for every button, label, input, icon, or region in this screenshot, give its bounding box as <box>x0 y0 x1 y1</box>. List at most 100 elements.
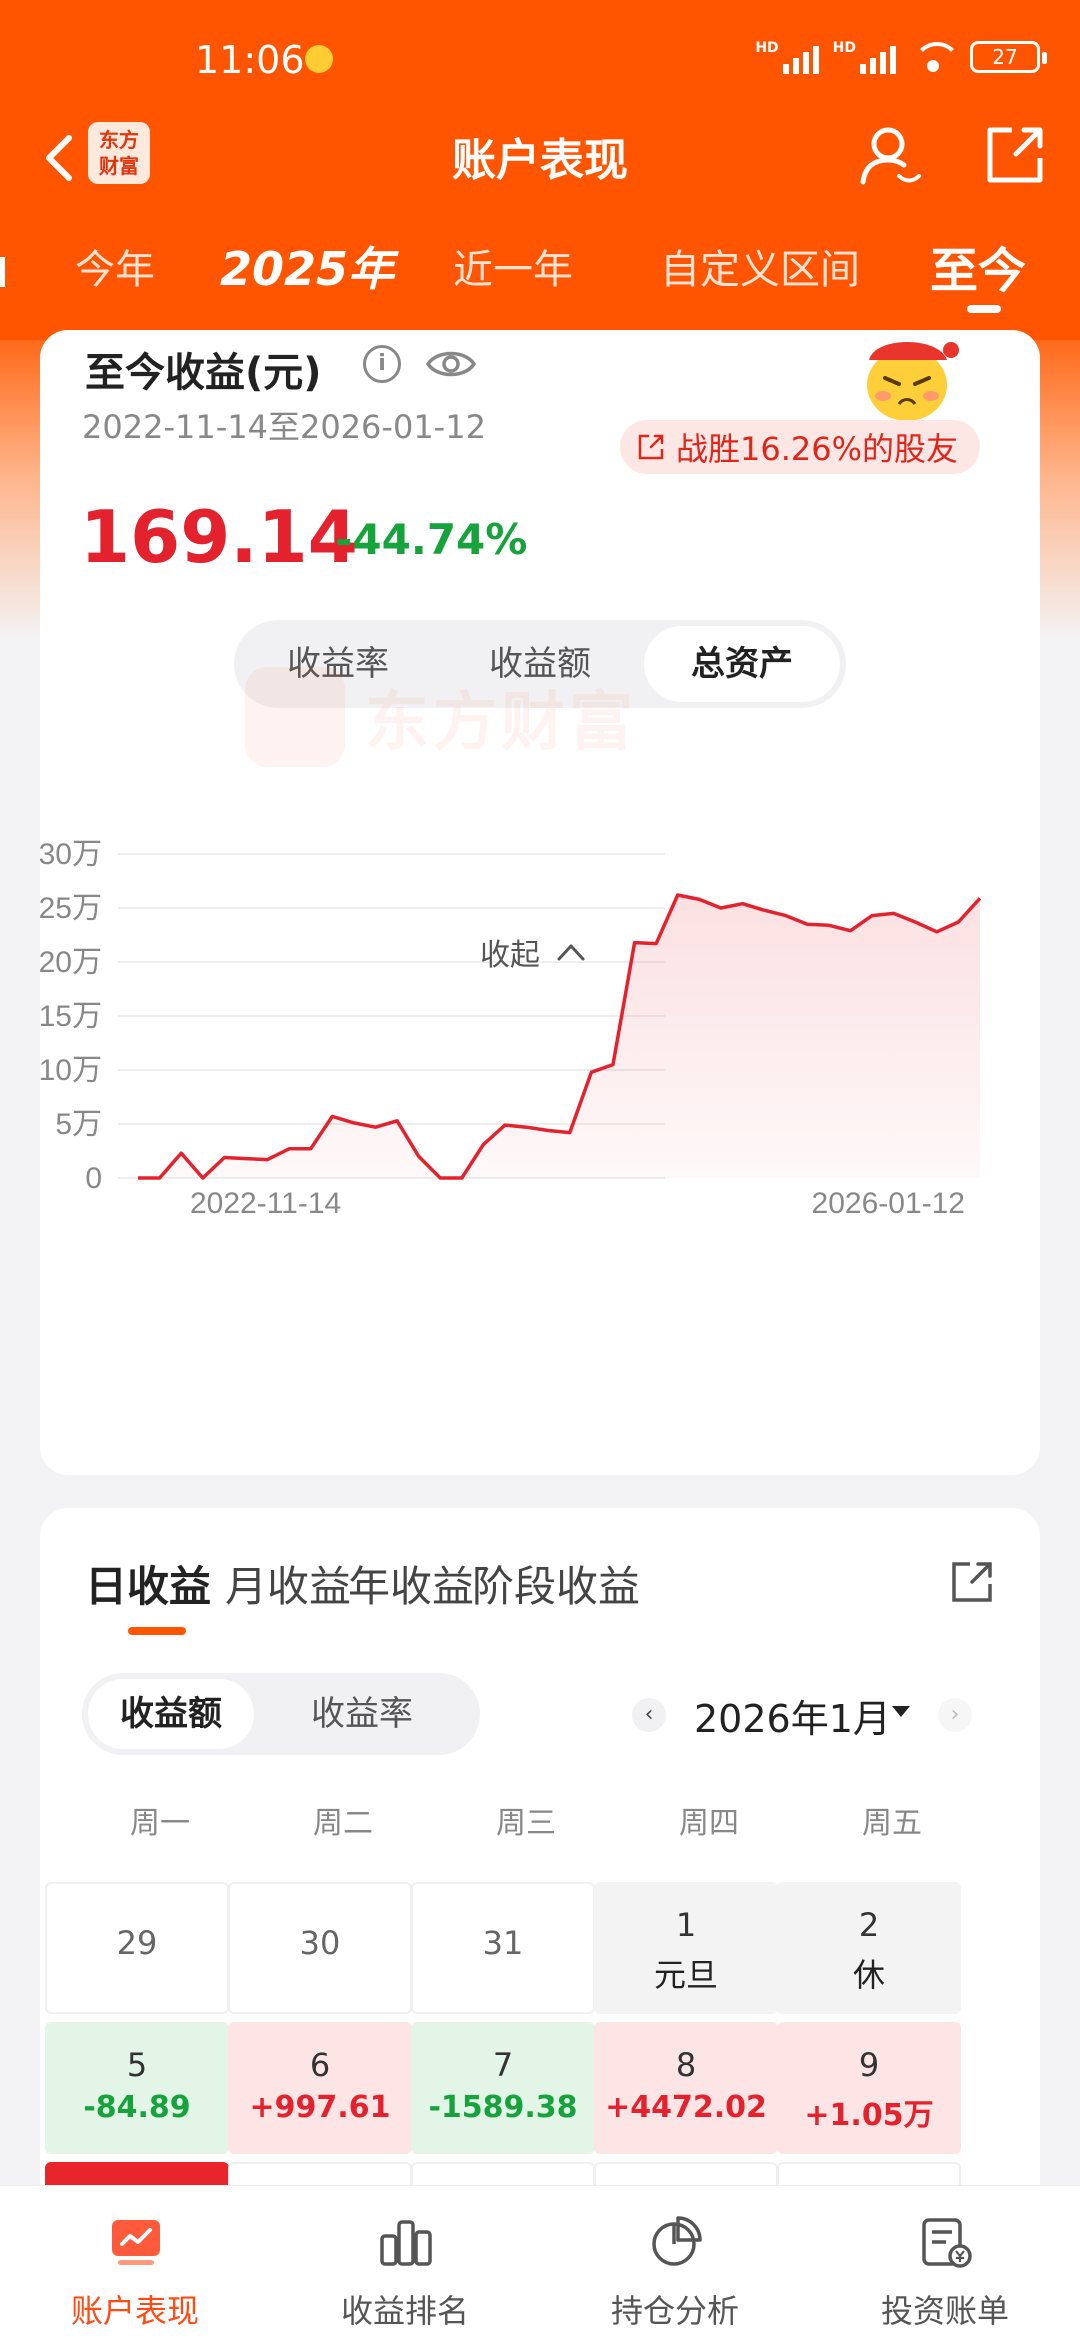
bottom-nav: 账户表现 收益排名 持仓分析 投资账单 <box>0 2185 1080 2340</box>
signal-2-icon: HD <box>833 40 896 74</box>
calendar-day-number: 30 <box>299 1924 341 1962</box>
tab-this-year[interactable]: 今年 <box>75 237 155 295</box>
collapse-button[interactable]: 收起 <box>480 930 586 974</box>
tab-indicator <box>967 305 1001 313</box>
tab-since-inception[interactable]: 至今 <box>930 231 1026 301</box>
prev-month-button[interactable]: ‹ <box>632 1698 666 1732</box>
calendar-day-value: +1.05万 <box>804 2098 934 2133</box>
battery-icon: 27 <box>970 41 1047 73</box>
tab-period-returns[interactable]: 阶段收益 <box>472 1553 640 1614</box>
status-time: 11:06 <box>195 38 305 82</box>
y-tick-label: 10万 <box>40 1054 102 1087</box>
calendar-day-number: 31 <box>482 1924 524 1962</box>
calendar-day-number: 2 <box>858 1906 880 1944</box>
tab-custom-range[interactable]: 自定义区间 <box>660 237 860 295</box>
y-tick-label: 30万 <box>40 838 102 871</box>
returns-tab-rate[interactable]: 收益率 <box>272 1679 452 1749</box>
date-range: 2022-11-14至2026-01-12 <box>82 408 486 446</box>
calendar-day-number: 6 <box>309 2046 331 2084</box>
nav-bar: 东方 财富 账户表现 <box>0 110 1080 210</box>
calendar-day-cell[interactable]: 7 -1589.38 <box>411 2022 595 2154</box>
nav-label-returns-ranking: 收益排名 <box>340 2292 469 2330</box>
weekday-tue: 周二 <box>313 1806 373 1841</box>
returns-tab-amount[interactable]: 收益额 <box>88 1679 254 1749</box>
nav-label-account-performance: 账户表现 <box>70 2292 199 2330</box>
card-title: 至今收益(元) <box>85 350 322 396</box>
weekday-fri: 周五 <box>862 1806 922 1841</box>
beat-text: 战胜16.26%的股友 <box>676 430 959 468</box>
share-icon[interactable] <box>980 120 1050 190</box>
returns-metric-segment: 收益额 收益率 <box>82 1673 480 1755</box>
tab-monthly-returns[interactable]: 月收益 <box>225 1553 351 1614</box>
beat-badge[interactable]: 战胜16.26%的股友 <box>620 420 981 474</box>
nav-investment-bill[interactable]: 投资账单 <box>810 2186 1080 2340</box>
header: 11:06 HD HD 27 东方 财富 账户表现 今年 2025年 近一年 自… <box>0 0 1080 340</box>
tab-yearly-returns[interactable]: 年收益 <box>348 1553 474 1614</box>
tab-daily-returns[interactable]: 日收益 <box>85 1553 211 1614</box>
status-indicators: HD HD 27 <box>755 40 1047 74</box>
y-tick-label: 15万 <box>40 1000 102 1033</box>
calendar-day-value: +997.61 <box>249 2090 391 2125</box>
y-tick-label: 20万 <box>40 946 102 979</box>
nav-account-performance[interactable]: 账户表现 <box>0 2186 270 2340</box>
total-assets-chart[interactable]: 30万 25万 20万 15万 10万 5万 0 2022-11-14 2026-01-12 <box>40 750 1040 1230</box>
export-icon[interactable] <box>948 1558 996 1606</box>
calendar-day-cell[interactable]: 2休 <box>777 1882 961 2014</box>
calendar-day-cell[interactable]: 9 +1.05万 <box>777 2022 961 2154</box>
collapse-label: 收起 <box>480 938 540 973</box>
total-return-rate: -44.74% <box>335 515 528 564</box>
month-dropdown-icon[interactable] <box>892 1706 910 1717</box>
tab-scroll-edge <box>0 257 5 287</box>
eye-icon[interactable] <box>425 342 477 386</box>
signal-icon: HD <box>755 40 819 74</box>
month-label[interactable]: 2026年1月 <box>694 1688 891 1743</box>
calendar-day-number: 29 <box>116 1924 158 1962</box>
nav-label-holdings-analysis: 持仓分析 <box>610 2292 739 2330</box>
info-icon[interactable]: i <box>363 345 401 383</box>
calendar-day-value: +4472.02 <box>605 2090 767 2125</box>
calendar-day-value: -84.89 <box>83 2090 191 2125</box>
calendar-day-cell[interactable]: 31 <box>411 1882 595 2014</box>
mascot-icon <box>867 342 959 421</box>
calendar-day-cell[interactable]: 29 <box>45 1882 229 2014</box>
nav-returns-ranking[interactable]: 收益排名 <box>270 2186 540 2340</box>
returns-tab-indicator <box>128 1627 186 1635</box>
calendar-day-number: 5 <box>126 2046 148 2084</box>
weekday-mon: 周一 <box>130 1806 190 1841</box>
watermark-logo-icon <box>245 667 345 767</box>
calendar-day-number: 9 <box>858 2046 880 2084</box>
calendar-day-cell[interactable]: 6 +997.61 <box>228 2022 412 2154</box>
share-small-icon <box>638 434 664 460</box>
next-month-button[interactable]: › <box>938 1698 972 1732</box>
x-start-label: 2022-11-14 <box>190 1187 341 1220</box>
chevron-up-icon <box>557 944 585 961</box>
tab-2025[interactable]: 2025年 <box>220 233 394 299</box>
nav-label-investment-bill: 投资账单 <box>880 2292 1009 2330</box>
pie-chart-icon <box>652 2216 702 2266</box>
total-return-amount: 169.14 <box>80 495 358 579</box>
user-icon[interactable] <box>855 120 925 190</box>
calendar-day-cell[interactable]: 5 -84.89 <box>45 2022 229 2154</box>
notification-emoji-icon <box>305 45 333 73</box>
calendar-day-value: -1589.38 <box>428 2090 578 2125</box>
wifi-icon <box>910 40 961 74</box>
calendar-day-cell[interactable]: 8 +4472.02 <box>594 2022 778 2154</box>
calendar-day-number: 7 <box>492 2046 514 2084</box>
nav-holdings-analysis[interactable]: 持仓分析 <box>540 2186 810 2340</box>
calendar-day-value: 元旦 <box>653 1956 718 1994</box>
ranking-bars-icon <box>380 2220 432 2266</box>
bill-icon <box>922 2218 972 2268</box>
watermark: 东方财富 <box>245 667 637 767</box>
y-tick-label: 0 <box>85 1162 102 1195</box>
status-bar: 11:06 HD HD 27 <box>0 0 1080 120</box>
account-performance-icon <box>112 2220 160 2265</box>
y-tick-label: 5万 <box>55 1108 102 1141</box>
calendar-day-cell[interactable]: 1 元旦 <box>594 1882 778 2014</box>
calendar-day-number: 8 <box>675 2046 697 2084</box>
calendar-day-number: 1 <box>675 1906 697 1944</box>
calendar-day-cell[interactable]: 30 <box>228 1882 412 2014</box>
tab-last-year[interactable]: 近一年 <box>453 237 573 295</box>
metric-tab-total-assets[interactable]: 总资产 <box>644 626 840 702</box>
period-tabs: 今年 2025年 近一年 自定义区间 至今 <box>0 225 1080 315</box>
y-tick-label: 25万 <box>40 892 102 925</box>
